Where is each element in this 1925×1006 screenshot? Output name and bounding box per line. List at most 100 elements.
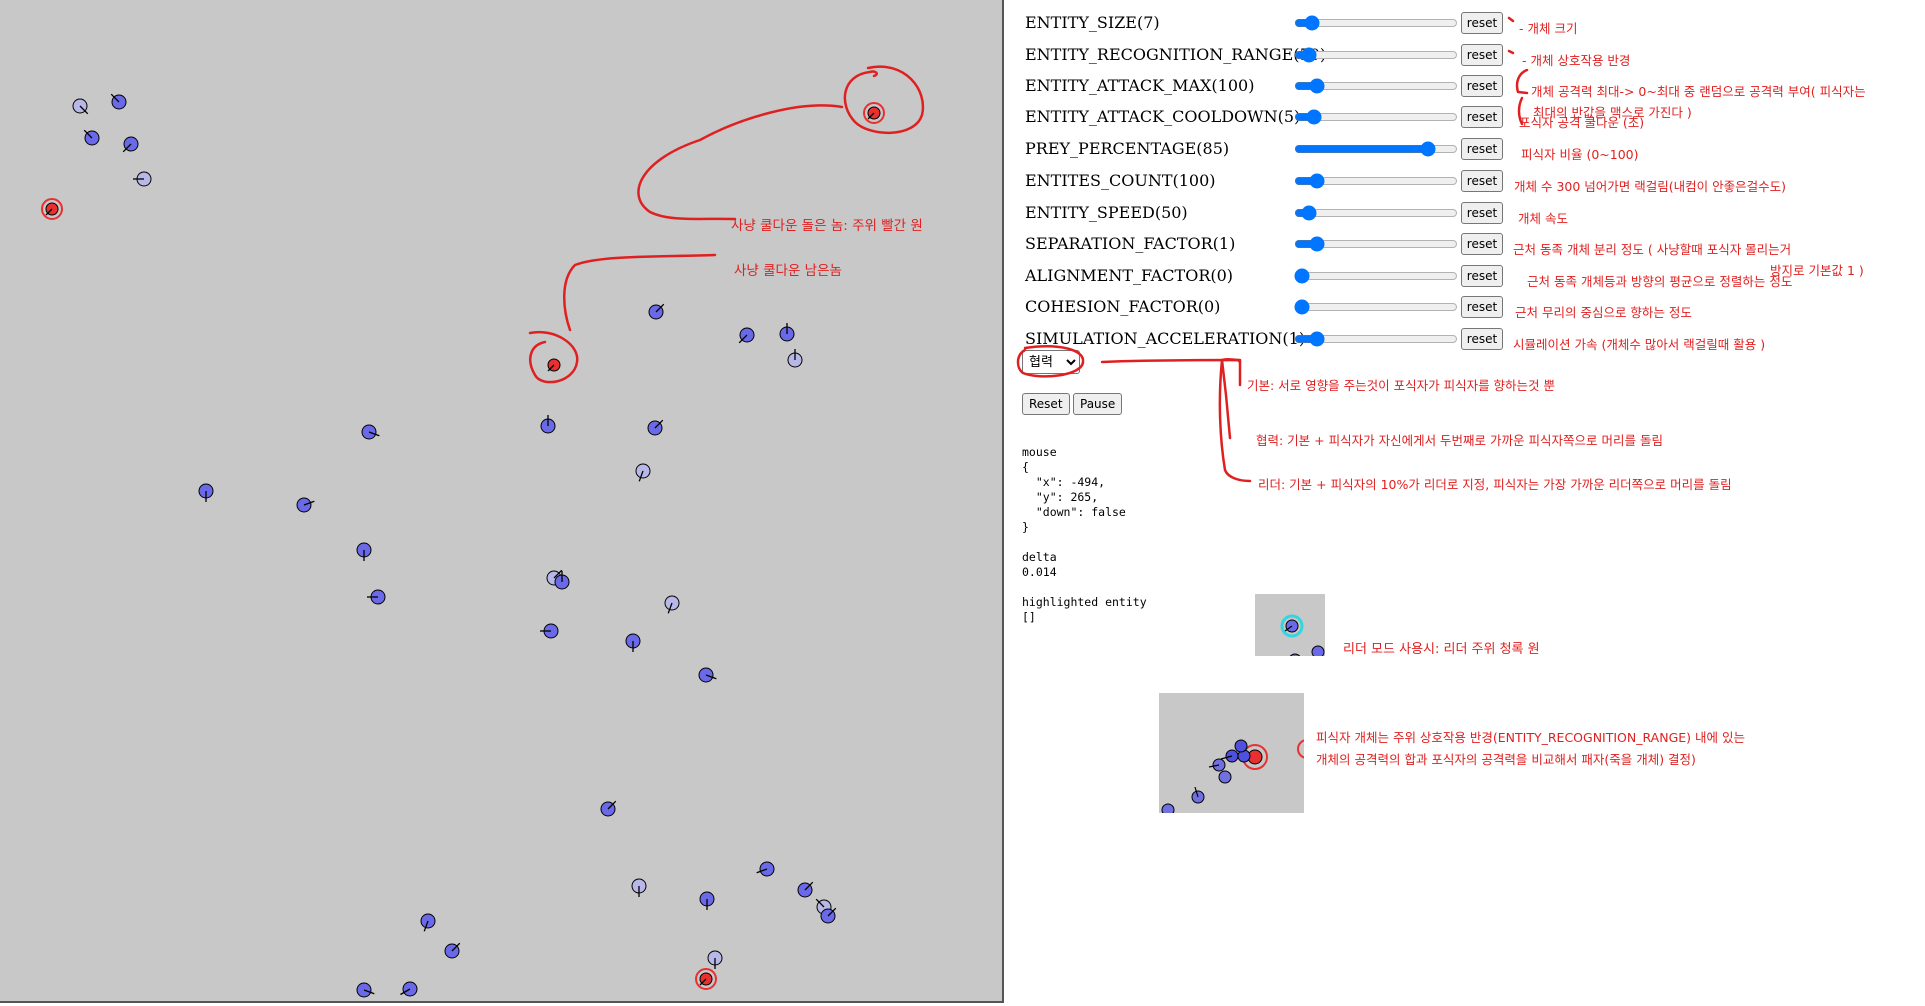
param-label: SEPARATION_FACTOR(1) (1025, 234, 1236, 253)
param-reset-button[interactable]: reset (1461, 12, 1503, 34)
param-label: ENTITY_RECOGNITION_RANGE(50) (1025, 45, 1327, 64)
param-note: - 개체 상호작용 반경 (1522, 53, 1631, 68)
param-reset-button[interactable]: reset (1461, 202, 1503, 224)
prey-entity[interactable] (707, 950, 723, 969)
prey-entity[interactable] (699, 891, 715, 910)
predator-entity[interactable] (863, 102, 885, 124)
prey-entity[interactable] (122, 136, 139, 153)
predator-entity[interactable] (41, 198, 63, 220)
param-reset-button[interactable]: reset (1461, 75, 1503, 97)
param-slider[interactable] (1294, 298, 1458, 316)
prey-entity[interactable] (698, 667, 717, 683)
mode-note-coop: 협력: 기본 + 피식자가 자신에게서 두번째로 가까운 피식자쪽으로 머리를 … (1256, 433, 1663, 448)
prey-entity[interactable] (664, 595, 680, 614)
prey-entity[interactable] (83, 129, 100, 146)
prey-entity[interactable] (540, 415, 556, 434)
param-slider[interactable] (1294, 330, 1458, 348)
combat-thumbnail (1159, 693, 1304, 813)
param-note: 근처 동족 개체 분리 정도 ( 사냥할때 포식자 몰리는거 (1513, 242, 1792, 257)
prey-entity[interactable] (738, 327, 755, 344)
param-reset-button[interactable]: reset (1461, 296, 1503, 318)
prey-entity[interactable] (110, 93, 127, 110)
param-note: 시뮬레이션 가속 (개체수 많아서 랙걸릴때 활용 ) (1513, 337, 1766, 352)
param-note: - 개체 크기 (1519, 21, 1578, 36)
canvas-note-cooldown-done: 사냥 쿨다운 돌은 놈: 주위 빨간 원 (731, 218, 923, 234)
delta-value: 0.014 (1022, 565, 1057, 579)
prey-entity[interactable] (356, 982, 375, 998)
predator-entity[interactable] (547, 358, 561, 372)
param-label: ENTITY_ATTACK_COOLDOWN(5) (1025, 107, 1301, 126)
prey-entity[interactable] (631, 878, 647, 897)
prey-entity[interactable] (648, 303, 665, 320)
mode-select[interactable]: 협력 (1022, 350, 1080, 374)
prey-entity[interactable] (367, 589, 386, 605)
leader-thumb-svg (1280, 614, 1325, 656)
param-label: ENTITY_ATTACK_MAX(100) (1025, 76, 1255, 95)
highlight-label: highlighted entity (1022, 595, 1147, 609)
param-slider[interactable] (1294, 77, 1458, 95)
predator-entity[interactable] (695, 968, 717, 990)
param-note: 개체 공격력 최대-> 0~최대 중 랜덤으로 공격력 부여( 피식자는 (1531, 84, 1866, 99)
leader-mode-thumbnail (1255, 594, 1325, 656)
param-label: COHESION_FACTOR(0) (1025, 297, 1221, 316)
leader-thumb-note: 리더 모드 사용시: 리더 주위 청록 원 (1343, 642, 1540, 657)
param-note: 포식자 공격 쿨다운 (초) (1519, 115, 1645, 130)
mouse-json: { "x": -494, "y": 265, "down": false } (1022, 460, 1126, 534)
param-reset-button[interactable]: reset (1461, 265, 1503, 287)
prey-entity[interactable] (756, 861, 775, 877)
prey-entity[interactable] (72, 98, 89, 115)
combat-thumb-svg (1161, 739, 1304, 813)
prey-entity[interactable] (420, 913, 436, 932)
param-slider[interactable] (1294, 204, 1458, 222)
prey-entity[interactable] (444, 942, 461, 959)
canvas-note-cooldown-left: 사냥 쿨다운 남은놈 (734, 263, 842, 279)
prey-entity[interactable] (647, 419, 664, 436)
prey-entity[interactable] (400, 981, 418, 997)
param-label: SIMULATION_ACCELERATION(1) (1025, 329, 1306, 348)
reset-button[interactable]: Reset (1022, 393, 1070, 415)
param-reset-button[interactable]: reset (1461, 328, 1503, 350)
param-reset-button[interactable]: reset (1461, 138, 1503, 160)
param-note: 근처 동족 개체등과 방향의 평균으로 정렬하는 정도 (1527, 274, 1793, 289)
prey-entity[interactable] (540, 623, 559, 639)
combat-note-1: 피식자 개체는 주위 상호작용 반경(ENTITY_RECOGNITION_RA… (1316, 730, 1745, 745)
prey-entity[interactable] (296, 497, 315, 513)
entities-layer (41, 93, 885, 998)
prey-entity[interactable] (820, 907, 837, 924)
prey-entity[interactable] (600, 800, 617, 817)
param-note: 개체 속도 (1518, 211, 1568, 226)
param-slider[interactable] (1294, 140, 1458, 158)
prey-entity[interactable] (356, 542, 372, 561)
prey-entity[interactable] (635, 463, 651, 482)
param-note: 개체 수 300 넘어가면 랙걸림(내컴이 안좋은걸수도) (1514, 179, 1786, 194)
param-note: 근처 무리의 중심으로 향하는 정도 (1515, 305, 1692, 320)
simulation-canvas[interactable]: 사냥 쿨다운 돌은 놈: 주위 빨간 원 사냥 쿨다운 남은놈 (0, 0, 1004, 1003)
combat-note-2: 개체의 공격력의 합과 포식자의 공격력을 비교해서 패자(죽을 개체) 결정) (1316, 752, 1696, 767)
param-reset-button[interactable]: reset (1461, 233, 1503, 255)
param-label: ENTITES_COUNT(100) (1025, 171, 1216, 190)
mode-note-leader: 리더: 기본 + 피식자의 10%가 리더로 지정, 피식자는 가장 가까운 리… (1258, 477, 1732, 492)
param-slider[interactable] (1294, 172, 1458, 190)
param-slider[interactable] (1294, 46, 1458, 64)
prey-entity[interactable] (625, 633, 641, 652)
delta-label: delta (1022, 550, 1057, 564)
pause-button[interactable]: Pause (1073, 393, 1123, 415)
param-slider[interactable] (1294, 235, 1458, 253)
param-slider[interactable] (1294, 14, 1458, 32)
param-label: ENTITY_SPEED(50) (1025, 203, 1188, 222)
prey-entity[interactable] (779, 323, 795, 342)
mouse-label: mouse (1022, 445, 1057, 459)
prey-entity[interactable] (198, 483, 214, 502)
prey-entity[interactable] (797, 881, 814, 898)
param-label: PREY_PERCENTAGE(85) (1025, 139, 1230, 158)
mode-note-basic: 기본: 서로 영향을 주는것이 포식자가 피식자를 향하는것 뿐 (1247, 378, 1556, 393)
prey-entity[interactable] (361, 424, 380, 440)
param-reset-button[interactable]: reset (1461, 44, 1503, 66)
param-reset-button[interactable]: reset (1461, 106, 1503, 128)
highlight-value: [] (1022, 610, 1036, 624)
prey-entity[interactable] (133, 171, 152, 187)
param-reset-button[interactable]: reset (1461, 170, 1503, 192)
param-slider[interactable] (1294, 267, 1458, 285)
param-slider[interactable] (1294, 108, 1458, 126)
prey-entity[interactable] (787, 349, 803, 368)
